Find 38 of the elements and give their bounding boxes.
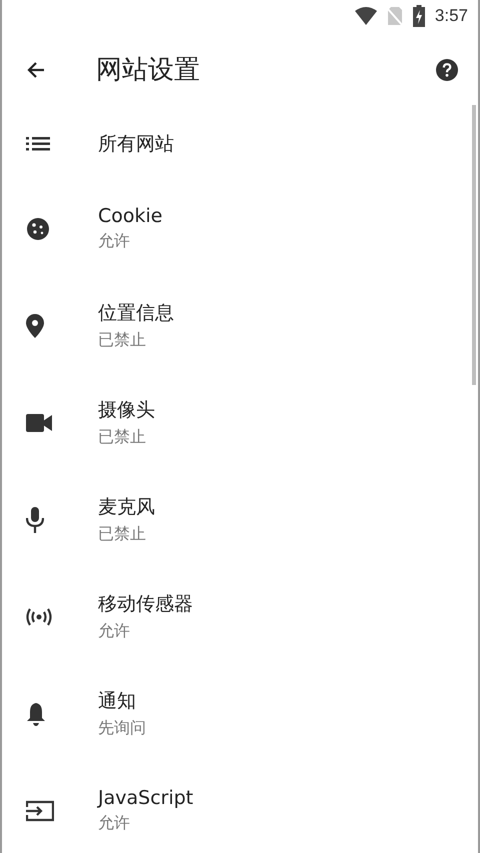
scrollbar[interactable] xyxy=(472,105,476,385)
item-title: 所有网站 xyxy=(98,132,174,156)
item-summary: 先询问 xyxy=(98,718,146,739)
settings-item[interactable]: 移动传感器 允许 xyxy=(2,568,478,665)
bell-icon xyxy=(26,702,46,726)
no-sim-icon xyxy=(386,6,403,26)
settings-item[interactable]: 所有网站 xyxy=(2,107,478,180)
settings-item[interactable]: Cookie 允许 xyxy=(2,180,478,277)
broadcast-icon xyxy=(26,606,52,626)
clock-time: 3:57 xyxy=(434,6,468,26)
help-button[interactable] xyxy=(436,58,458,80)
item-title: 摄像头 xyxy=(98,398,155,423)
item-title: 位置信息 xyxy=(98,301,174,326)
item-summary: 允许 xyxy=(98,621,131,642)
microphone-icon xyxy=(26,506,44,532)
page-title: 网站设置 xyxy=(96,54,200,87)
settings-item[interactable]: 摄像头 已禁止 xyxy=(2,374,478,471)
settings-item[interactable]: 通知 先询问 xyxy=(2,665,478,762)
item-title: 麦克风 xyxy=(98,495,155,520)
item-title: 通知 xyxy=(98,689,137,714)
settings-item[interactable]: JavaScript 允许 xyxy=(2,762,478,853)
list-icon xyxy=(26,136,50,152)
location-pin-icon xyxy=(26,314,44,338)
item-summary: 已禁止 xyxy=(98,330,147,351)
item-summary: 已禁止 xyxy=(98,524,147,545)
item-title: 移动传感器 xyxy=(98,592,193,617)
battery-charging-icon xyxy=(412,5,425,27)
settings-item[interactable]: 位置信息 已禁止 xyxy=(2,277,478,374)
item-title: Cookie xyxy=(98,205,162,227)
wifi-icon xyxy=(354,7,377,25)
item-summary: 允许 xyxy=(98,813,131,834)
item-title: JavaScript xyxy=(98,787,194,809)
cookie-icon xyxy=(26,216,50,240)
input-arrow-icon xyxy=(26,800,54,822)
video-camera-icon xyxy=(26,414,52,432)
settings-item[interactable]: 麦克风 已禁止 xyxy=(2,471,478,568)
item-summary: 已禁止 xyxy=(98,427,147,448)
item-summary: 允许 xyxy=(98,231,131,252)
